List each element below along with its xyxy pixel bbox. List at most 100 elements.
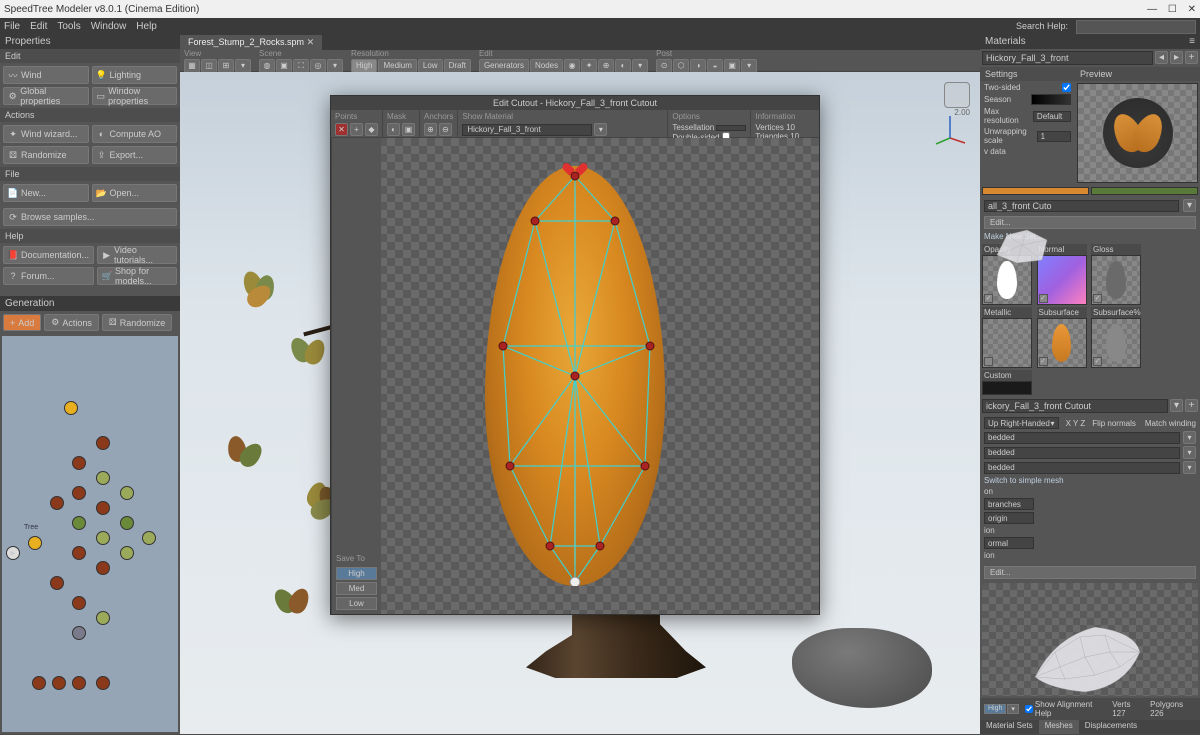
search-help-input[interactable] xyxy=(1076,20,1196,34)
edit-mesh-button[interactable]: Edit... xyxy=(984,566,1196,579)
origin-dropdown[interactable]: origin xyxy=(984,512,1034,524)
gen-actions-button[interactable]: ⚙Actions xyxy=(44,314,99,331)
global-properties-button[interactable]: ⚙Global properties xyxy=(3,87,89,105)
twosided-checkbox[interactable] xyxy=(1062,83,1071,92)
subsurfacea-check[interactable]: ✓ xyxy=(1093,357,1102,366)
b3-icon[interactable]: ▾ xyxy=(1183,461,1196,474)
point-select-icon[interactable]: ◆ xyxy=(365,123,378,136)
mesh-preview[interactable] xyxy=(982,583,1198,696)
mask-btn-2[interactable]: ▣ xyxy=(402,123,415,136)
post-btn-3[interactable]: ◑ xyxy=(690,59,706,73)
export-button[interactable]: ⇪Export... xyxy=(92,146,178,164)
save-high-button[interactable]: High xyxy=(336,567,377,580)
view-btn-2[interactable]: ◫ xyxy=(201,59,217,73)
maximize-icon[interactable]: ☐ xyxy=(1168,4,1177,15)
custom-map[interactable] xyxy=(982,381,1032,395)
node-shrub[interactable] xyxy=(72,596,86,610)
ormal-dropdown[interactable]: ormal xyxy=(984,537,1034,549)
cutout-titlebar[interactable]: Edit Cutout - Hickory_Fall_3_front Cutou… xyxy=(331,96,819,110)
node-n1[interactable] xyxy=(96,436,110,450)
new-button[interactable]: 📄New... xyxy=(3,184,89,202)
node-roots[interactable] xyxy=(50,576,64,590)
node-b1[interactable] xyxy=(72,676,86,690)
randomize-button[interactable]: ⚄Randomize xyxy=(3,146,89,164)
node-n3[interactable] xyxy=(96,561,110,575)
node-root[interactable]: ▸ xyxy=(6,546,20,560)
season-slider[interactable] xyxy=(1031,94,1071,105)
cutout-name-field[interactable]: all_3_front Cuto xyxy=(984,200,1179,212)
swatch-orange[interactable] xyxy=(982,187,1089,195)
compass-widget[interactable] xyxy=(944,82,970,108)
gloss-map[interactable]: ✓ xyxy=(1091,255,1141,305)
mesh-opts-icon[interactable]: ▾ xyxy=(1170,399,1183,412)
subsurface-amount-map[interactable]: ✓ xyxy=(1091,318,1141,368)
menu-file[interactable]: File xyxy=(4,21,20,32)
branches-dropdown[interactable]: branches xyxy=(984,498,1034,510)
maxres-dropdown[interactable]: Default xyxy=(1033,111,1071,122)
tutorials-button[interactable]: ▶Video tutorials... xyxy=(97,246,177,264)
node-rocks[interactable] xyxy=(72,626,86,640)
node-fronds[interactable] xyxy=(72,516,86,530)
gen-randomize-button[interactable]: ⚄Randomize xyxy=(102,314,172,331)
axis-gizmo[interactable]: 2.00 xyxy=(930,108,970,148)
cutout-canvas[interactable]: Save To High Med Low xyxy=(331,138,819,614)
mat-prev-icon[interactable]: ◂ xyxy=(1155,51,1168,64)
edit-generators[interactable]: Generators xyxy=(479,59,529,73)
node-n2[interactable] xyxy=(96,501,110,515)
wind-wizard-button[interactable]: ✦Wind wizard... xyxy=(3,125,89,143)
post-btn-5[interactable]: ▣ xyxy=(724,59,740,73)
post-btn-4[interactable]: ◒ xyxy=(707,59,723,73)
b2-icon[interactable]: ▾ xyxy=(1183,446,1196,459)
point-add-icon[interactable]: + xyxy=(350,123,363,136)
tab-displacements[interactable]: Displacements xyxy=(1079,720,1143,734)
mat-opt-icon[interactable]: ▾ xyxy=(594,123,607,136)
res-high[interactable]: High xyxy=(351,59,377,73)
metallic-map[interactable] xyxy=(982,318,1032,368)
edit-nodes[interactable]: Nodes xyxy=(530,59,563,73)
point-delete-icon[interactable]: ✕ xyxy=(335,123,348,136)
material-name-dropdown[interactable]: Hickory_Fall_3_front xyxy=(982,51,1153,65)
tessellation-slider[interactable] xyxy=(716,125,746,131)
scene-btn-4[interactable]: ◎ xyxy=(310,59,326,73)
open-button[interactable]: 📂Open... xyxy=(92,184,178,202)
node-b2[interactable] xyxy=(96,676,110,690)
compute-ao-button[interactable]: ◐Compute AO xyxy=(92,125,178,143)
opacity-check[interactable]: ✓ xyxy=(984,294,993,303)
bedded-2[interactable]: bedded xyxy=(984,447,1180,459)
node-b3[interactable] xyxy=(32,676,46,690)
add-button[interactable]: +Add xyxy=(3,314,41,331)
leaf-mesh-edit[interactable] xyxy=(485,166,665,586)
anchor-btn-1[interactable]: ⊕ xyxy=(424,123,437,136)
minimize-icon[interactable]: — xyxy=(1147,4,1157,15)
tab-close-icon[interactable]: ✕ xyxy=(307,37,315,47)
edit-btn-1[interactable]: ◉ xyxy=(564,59,580,73)
post-btn-1[interactable]: ⊙ xyxy=(656,59,672,73)
node-mesh2[interactable] xyxy=(120,546,134,560)
node-b4[interactable] xyxy=(52,676,66,690)
node-tree[interactable] xyxy=(28,536,42,550)
res-medium[interactable]: Medium xyxy=(378,59,416,73)
node-ferns[interactable] xyxy=(120,516,134,530)
res-low[interactable]: Low xyxy=(418,59,443,73)
swatch-green[interactable] xyxy=(1091,187,1198,195)
node-branches[interactable] xyxy=(72,486,86,500)
generation-graph[interactable]: ▸ Tree xyxy=(2,336,178,732)
cutout-material-field[interactable]: Hickory_Fall_3_front xyxy=(462,124,592,136)
node-leaves1[interactable] xyxy=(96,471,110,485)
mask-btn-1[interactable]: ◐ xyxy=(387,123,400,136)
view-btn-3[interactable]: ⊞ xyxy=(218,59,234,73)
edit-btn-3[interactable]: ⊕ xyxy=(598,59,614,73)
mesh-name-dropdown[interactable]: ickory_Fall_3_front Cutout xyxy=(982,399,1168,413)
menu-help[interactable]: Help xyxy=(136,21,157,32)
shop-button[interactable]: 🛒Shop for models... xyxy=(97,267,177,285)
normal-check[interactable]: ✓ xyxy=(1039,294,1048,303)
subsurface-check[interactable]: ✓ xyxy=(1039,357,1048,366)
bedded-3[interactable]: bedded xyxy=(984,462,1180,474)
post-btn-2[interactable]: ⬡ xyxy=(673,59,689,73)
node-top[interactable] xyxy=(64,401,78,415)
wind-button[interactable]: 〰Wind xyxy=(3,66,89,84)
scene-btn-1[interactable]: ◍ xyxy=(259,59,275,73)
close-icon[interactable]: ✕ xyxy=(1188,4,1196,15)
gloss-check[interactable]: ✓ xyxy=(1093,294,1102,303)
edit-btn-5[interactable]: ▾ xyxy=(632,59,648,73)
